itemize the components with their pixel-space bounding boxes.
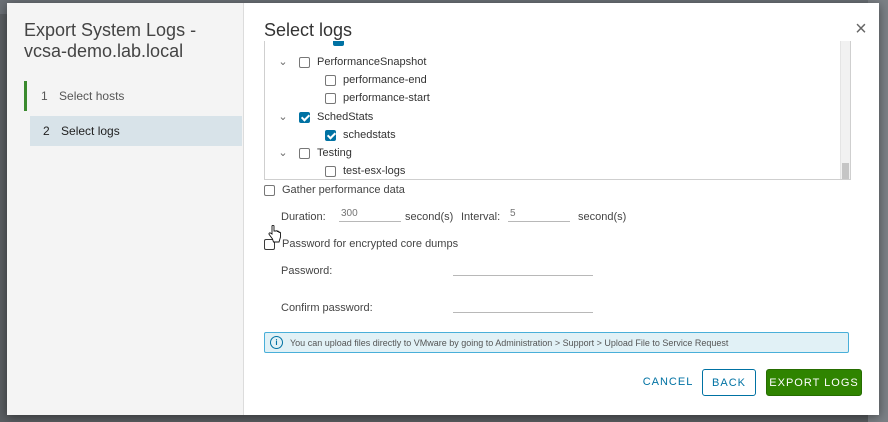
close-icon[interactable]: × <box>853 19 869 39</box>
hand-cursor-icon <box>268 225 281 243</box>
gather-perf-label: Gather performance data <box>282 184 405 196</box>
cancel-button[interactable]: CANCEL <box>642 369 694 396</box>
export-logs-dialog: Export System Logs - vcsa-demo.lab.local… <box>7 3 879 415</box>
step-number: 1 <box>41 89 48 103</box>
password-input[interactable] <box>453 261 593 276</box>
tree-label: PerformanceSnapshot <box>317 56 427 68</box>
tree-row-testing: ⌄ Testing <box>277 144 352 162</box>
duration-label: Duration: <box>281 211 326 223</box>
tree-row-schedstats-group: ⌄ SchedStats <box>277 108 373 126</box>
step-select-hosts[interactable]: 1 Select hosts <box>24 81 242 111</box>
confirm-password-input[interactable] <box>453 298 593 313</box>
checkbox[interactable] <box>299 147 310 159</box>
export-logs-button[interactable]: EXPORT LOGS <box>766 369 862 396</box>
tree-scrollbar[interactable] <box>840 41 850 179</box>
password-label: Password: <box>281 265 333 277</box>
tree-row-schedstats: schedstats <box>325 126 396 144</box>
step-number: 2 <box>43 124 50 138</box>
confirm-password-label: Confirm password: <box>281 302 373 314</box>
chevron-down-icon[interactable]: ⌄ <box>277 108 289 126</box>
tree-label: schedstats <box>343 129 396 141</box>
chevron-down-icon[interactable]: ⌄ <box>277 144 289 162</box>
back-button[interactable]: BACK <box>702 369 756 396</box>
duration-input[interactable] <box>339 207 401 222</box>
wizard-title: Export System Logs - vcsa-demo.lab.local <box>24 20 197 61</box>
tree-label: test-esx-logs <box>343 165 406 177</box>
wizard-sidebar: Export System Logs - vcsa-demo.lab.local… <box>7 3 244 415</box>
interval-label: Interval: <box>461 211 501 223</box>
step-label: Select logs <box>61 124 120 138</box>
page-title: Select logs <box>264 20 353 40</box>
encrypt-label: Password for encrypted core dumps <box>282 238 459 250</box>
tree-label: SchedStats <box>317 111 374 123</box>
partial-checkbox[interactable] <box>333 41 344 46</box>
gather-perf-checkbox[interactable] <box>264 184 275 196</box>
tree-row-performancesnapshot: ⌄ PerformanceSnapshot <box>277 53 426 71</box>
tree-row-performance-end: performance-end <box>325 71 427 89</box>
tree-label: Testing <box>317 147 352 159</box>
checkbox-checked[interactable] <box>325 129 336 141</box>
encrypt-option: Password for encrypted core dumps <box>264 236 458 252</box>
interval-unit: second(s) <box>578 211 627 223</box>
info-message: You can upload files directly to VMware … <box>290 337 729 348</box>
checkbox[interactable] <box>325 165 336 177</box>
step-select-logs[interactable]: 2 Select logs <box>30 116 242 146</box>
interval-input[interactable] <box>508 207 570 222</box>
info-icon: i <box>270 336 283 349</box>
duration-unit: second(s) <box>405 211 454 223</box>
tree-row-test-esx-logs: test-esx-logs <box>325 162 406 179</box>
chevron-down-icon[interactable]: ⌄ <box>277 53 289 71</box>
checkbox[interactable] <box>325 92 336 104</box>
wizard-content: Select logs × ⌄ PerformanceSnapshot perf… <box>244 3 879 415</box>
checkbox-checked[interactable] <box>299 111 310 123</box>
log-tree: ⌄ PerformanceSnapshot performance-end pe… <box>264 41 851 180</box>
info-alert: i You can upload files directly to VMwar… <box>264 332 849 353</box>
tree-label: performance-end <box>343 74 427 86</box>
step-label: Select hosts <box>59 89 125 103</box>
tree-row-performance-start: performance-start <box>325 89 430 107</box>
checkbox[interactable] <box>299 56 310 68</box>
scrollbar-thumb[interactable] <box>842 163 849 179</box>
checkbox[interactable] <box>325 74 336 86</box>
gather-perf-option: Gather performance data <box>264 182 405 198</box>
tree-label: performance-start <box>343 92 430 104</box>
